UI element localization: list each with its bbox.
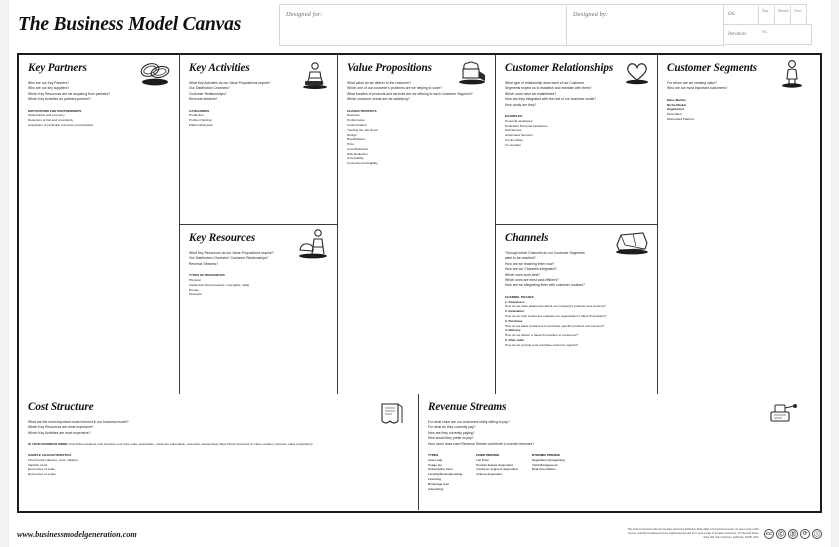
on-month-tick: Month [778, 8, 789, 13]
sub-item: Advertising [428, 486, 444, 491]
block-key-activities[interactable]: Key Activities What Key Activities do ou… [180, 55, 338, 225]
title-container: The Business Model Canvas [8, 4, 280, 46]
sub-item: Volume dependent [476, 472, 503, 477]
block-cost-structure[interactable]: Cost Structure What are the most importa… [19, 394, 419, 510]
customer-relationships-questions: What type of relationship does each of o… [505, 81, 649, 108]
on-day-tick: Day [762, 8, 769, 13]
designed-by-field[interactable]: Designed by: [566, 4, 724, 46]
sub-item: Real-time-Market [531, 467, 556, 472]
canvas-footer: www.businessmodelgeneration.com This wor… [17, 524, 822, 544]
key-resources-questions: What Key Resources do our Value Proposit… [189, 251, 329, 267]
revenue-types-column: TYPES Asset sale Usage fee Subscription … [428, 453, 462, 491]
cost-structure-title: Cost Structure [28, 401, 94, 413]
question-line: Which customer needs are we satisfying? [347, 97, 410, 102]
license-group: This work is licensed under the Creative… [627, 528, 822, 539]
phase-text: How do we provide post-purchase customer… [505, 342, 579, 347]
customer-relationships-examples: EXAMPLES Personal assistance Dedicated P… [505, 114, 649, 147]
on-day-box[interactable]: Day [758, 4, 775, 25]
website-link[interactable]: www.businessmodelgeneration.com [17, 530, 137, 539]
page-title: The Business Model Canvas [18, 14, 242, 35]
revenue-streams-questions: For what value are our customers really … [428, 420, 811, 447]
key-activities-categories: CATEGORIES Production Problem Solving Pl… [189, 109, 329, 128]
customer-relationships-title: Customer Relationships [505, 62, 614, 74]
key-partners-title: Key Partners [28, 62, 87, 74]
sub-item: Multi-sided Platform [667, 116, 695, 121]
question-line: Who are our most important customers? [667, 86, 728, 91]
canvas-header: The Business Model Canvas Designed for: … [8, 4, 814, 46]
date-iteration-group: On: Day Month Year Iteration: No. [723, 4, 812, 46]
on-year-box[interactable]: Year [790, 4, 807, 25]
iteration-tick: No. [762, 29, 768, 34]
value-propositions-questions: What value do we deliver to the customer… [347, 81, 487, 103]
channels-questions: Through which Channels do our Customer S… [505, 251, 649, 289]
block-customer-relationships[interactable]: Customer Relationships What type of rela… [496, 55, 658, 225]
sub-item: Platform/Network [189, 122, 213, 127]
key-activities-questions: What Key Activities do our Value Proposi… [189, 81, 329, 103]
license-text: This work is licensed under the Creative… [627, 528, 759, 539]
creative-commons-badges: cc Ⓒ Ⓓ ⟳ ⓘ [764, 529, 822, 539]
share-alike-icon[interactable]: ⟳ [800, 529, 810, 539]
is-your-business-text: Cost Driven (leanest cost structure, low… [68, 442, 313, 447]
block-key-resources[interactable]: Key Resources What Key Resources do our … [180, 225, 338, 394]
question-line: How much does each Revenue Stream contri… [428, 441, 535, 446]
on-year-tick: Year [794, 8, 802, 13]
revenue-streams-title: Revenue Streams [428, 401, 507, 413]
customer-segments-questions: For whom are we creating value? Who are … [667, 81, 811, 92]
question-line: Revenue streams? [189, 97, 218, 102]
key-partners-motivations: MOTIVATIONS FOR PARTNERSHIPS Optimizatio… [28, 109, 171, 128]
cost-structure-questions: What are the most important costs inhere… [28, 420, 410, 436]
sub-item: Negotiation (bargaining) [531, 457, 565, 462]
block-revenue-streams[interactable]: Revenue Streams For what value are our c… [419, 394, 819, 510]
designed-by-icon[interactable]: Ⓓ [788, 529, 798, 539]
value-propositions-title: Value Propositions [347, 62, 432, 74]
channels-phases: CHANNEL PHASES 1. Awareness How do we ra… [505, 295, 649, 348]
fixed-pricing-column: FIXED PRICING List Price Product feature… [476, 453, 518, 491]
on-field[interactable]: On: [723, 4, 759, 25]
is-your-business-label: IS YOUR BUSINESS MORE [28, 442, 68, 447]
cc-icon[interactable]: cc [764, 529, 774, 539]
sub-item: Economies of scope [28, 472, 56, 477]
cost-structure-sample-characteristics: SAMPLE CHARACTERISTICS Fixed Costs (sala… [28, 453, 410, 477]
designed-for-field[interactable]: Designed for: [279, 4, 567, 46]
sub-item: Convenience/Usability [347, 161, 378, 166]
on-month-box[interactable]: Month [774, 4, 791, 25]
key-resources-types: TYPES OF RESOURCES Physical Intellectual… [189, 273, 329, 297]
business-model-canvas-page: The Business Model Canvas Designed for: … [0, 0, 839, 547]
key-resources-title: Key Resources [189, 232, 256, 244]
iteration-label: Iteration: [728, 32, 748, 37]
dynamic-pricing-column: DYNAMIC PRICING Negotiation (bargaining)… [532, 453, 565, 491]
customer-segments-types: Mass Market Niche Market Segmented Diver… [667, 98, 811, 122]
block-customer-segments[interactable]: Customer Segments For whom are we creati… [658, 55, 819, 394]
revenue-streams-columns: TYPES Asset sale Usage fee Subscription … [428, 453, 811, 491]
value-propositions-characteristics: CHARACTERISTICS Newness Performance Cust… [347, 109, 487, 166]
customer-segments-title: Customer Segments [667, 62, 757, 74]
attribution-icon[interactable]: ⓘ [812, 529, 822, 539]
channels-title: Channels [505, 232, 549, 244]
cost-structure-business-type: IS YOUR BUSINESS MORE Cost Driven (leane… [28, 442, 358, 447]
copyright-icon[interactable]: Ⓒ [776, 529, 786, 539]
block-channels[interactable]: Channels Through which Channels do our C… [496, 225, 658, 394]
sub-item: Acquisition of particular resources and … [28, 122, 94, 127]
on-row: On: Day Month Year [723, 4, 812, 25]
question-line: Revenue Streams? [189, 261, 218, 266]
question-line: Which Key Activities are most expensive? [28, 430, 91, 435]
question-line: How costly are they? [505, 102, 537, 107]
sub-item: Financial [189, 292, 202, 297]
on-label: On: [728, 12, 736, 17]
question-line: How are we integrating them with custome… [505, 283, 585, 288]
designed-by-label: Designed by: [573, 11, 609, 18]
iteration-field[interactable]: Iteration: No. [723, 24, 812, 45]
block-key-partners[interactable]: Key Partners Who are our Key Partners? W… [19, 55, 180, 394]
question-line: Which Key Activities do partners perform… [28, 97, 91, 102]
block-value-propositions[interactable]: Value Propositions What value do we deli… [338, 55, 496, 394]
canvas-grid: Key Partners Who are our Key Partners? W… [17, 53, 822, 513]
key-activities-title: Key Activities [189, 62, 250, 74]
sub-item: Co-creation [505, 142, 521, 147]
key-partners-questions: Who are our Key Partners? Who are our ke… [28, 81, 171, 103]
designed-for-label: Designed for: [286, 11, 323, 18]
